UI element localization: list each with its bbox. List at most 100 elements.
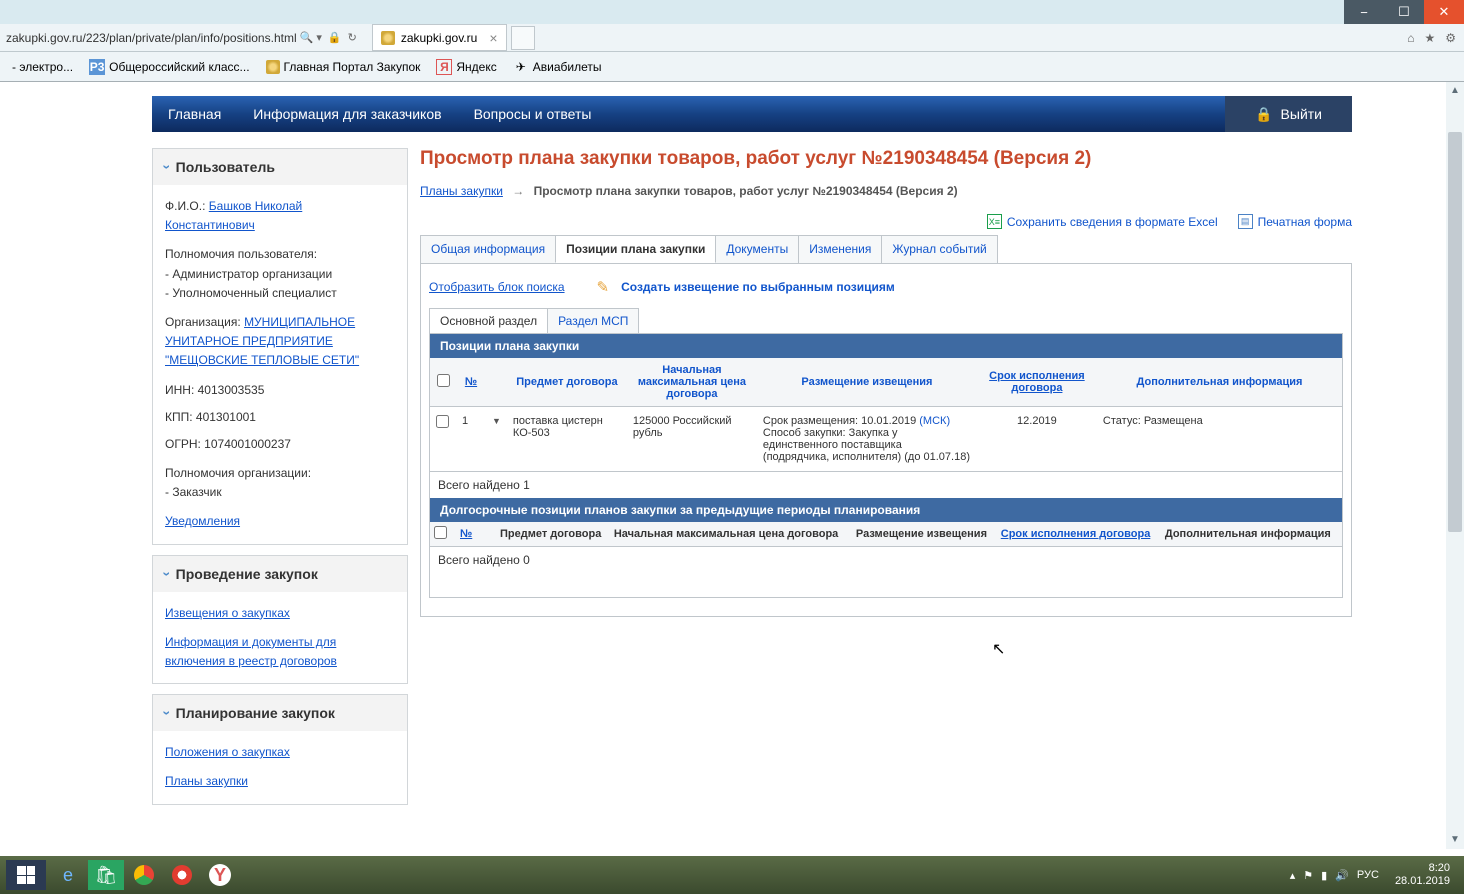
sidebar-panel-user: Пользователь Ф.И.О.: Башков Николай Конс… <box>152 148 408 545</box>
tray-sound-icon[interactable]: 🔊 <box>1335 869 1349 882</box>
save-excel-link[interactable]: X≡ Сохранить сведения в формате Excel <box>987 214 1218 229</box>
print-form-link[interactable]: ▤ Печатная форма <box>1238 214 1352 229</box>
bookmark-item[interactable]: ЯЯндекс <box>432 57 500 77</box>
sidebar-panel-purchase: Проведение закупок Извещения о закупках … <box>152 555 408 685</box>
table-row: 1 ▼ поставка цистерн КО-503 125000 Росси… <box>430 407 1342 472</box>
inn-value: ИНН: 4013003535 <box>165 381 395 400</box>
star-icon[interactable]: ★ <box>1424 31 1435 45</box>
tray-up-icon[interactable]: ▴ <box>1290 869 1296 882</box>
link-contract-registry[interactable]: Информация и документы для включения в р… <box>165 635 337 668</box>
th-num[interactable]: № <box>456 358 486 407</box>
th-placement: Размещение извещения <box>757 358 977 407</box>
link-provisions[interactable]: Положения о закупках <box>165 745 290 759</box>
window-titlebar: − ☐ ✕ <box>0 0 1464 24</box>
vertical-scrollbar[interactable]: ▲ ▼ <box>1446 82 1464 849</box>
scroll-thumb[interactable] <box>1448 132 1462 532</box>
nav-home[interactable]: Главная <box>152 106 237 122</box>
tray-network-icon[interactable]: ▮ <box>1321 869 1327 882</box>
window-minimize-button[interactable]: − <box>1344 0 1384 24</box>
msk-link[interactable]: (МСК) <box>919 415 950 427</box>
perm-user-1: - Администратор организации <box>165 265 395 284</box>
bookmark-item[interactable]: P3Общероссийский класс... <box>85 57 253 77</box>
found-count-2: Всего найдено 0 <box>430 547 1342 597</box>
link-notices[interactable]: Извещения о закупках <box>165 606 290 620</box>
org-label: Организация: <box>165 315 241 329</box>
checkbox-select-all[interactable] <box>437 374 450 387</box>
bookmark-item[interactable]: ✈Авиабилеты <box>509 57 606 77</box>
checkbox-select-all-2[interactable] <box>434 526 447 539</box>
new-tab-button[interactable] <box>511 26 535 50</box>
breadcrumb: Планы закупки → Просмотр плана закупки т… <box>420 184 1352 198</box>
tab-event-log[interactable]: Журнал событий <box>881 235 997 263</box>
page-title: Просмотр плана закупки товаров, работ ус… <box>420 148 1352 170</box>
lock-icon: 🔒 <box>1255 106 1272 123</box>
dropdown-arrow-icon[interactable]: ▼ <box>492 416 501 426</box>
tab-main-section[interactable]: Основной раздел <box>429 308 548 333</box>
link-plans[interactable]: Планы закупки <box>165 774 248 788</box>
window-close-button[interactable]: ✕ <box>1424 0 1464 24</box>
scroll-down-button[interactable]: ▼ <box>1446 831 1464 849</box>
th2-num[interactable]: № <box>456 522 496 547</box>
th2-term[interactable]: Срок исполнения договора <box>997 522 1161 547</box>
tab-close-button[interactable]: × <box>489 30 497 46</box>
os-taskbar: e 🛍 Y ▴ ⚑ ▮ 🔊 РУС 8:20 28.01.2019 <box>0 856 1464 894</box>
tab-positions[interactable]: Позиции плана закупки <box>555 235 716 263</box>
breadcrumb-root[interactable]: Планы закупки <box>420 184 503 198</box>
start-button[interactable] <box>6 860 46 890</box>
tabs-main: Общая информация Позиции плана закупки Д… <box>420 235 1352 264</box>
tray-clock[interactable]: 8:20 28.01.2019 <box>1395 862 1450 888</box>
document-icon: ▤ <box>1238 214 1253 229</box>
cursor-icon: ↖ <box>992 639 1005 659</box>
panel-header-purchase[interactable]: Проведение закупок <box>153 556 407 592</box>
found-count-1: Всего найдено 1 <box>430 472 1342 498</box>
cell-status: Статус: Размещена <box>1097 407 1342 472</box>
th2-subject: Предмет договора <box>496 522 610 547</box>
tab-changes[interactable]: Изменения <box>798 235 882 263</box>
task-store-icon[interactable]: 🛍 <box>88 860 124 890</box>
window-maximize-button[interactable]: ☐ <box>1384 0 1424 24</box>
checkbox-row[interactable] <box>436 415 449 428</box>
tab-general-info[interactable]: Общая информация <box>420 235 556 263</box>
main-navigation: Главная Информация для заказчиков Вопрос… <box>152 96 1352 132</box>
th2-extra: Дополнительная информация <box>1161 522 1342 547</box>
tab-documents[interactable]: Документы <box>715 235 799 263</box>
show-search-link[interactable]: Отобразить блок поиска <box>429 280 565 294</box>
bookmarks-bar: - электро... P3Общероссийский класс... Г… <box>0 52 1464 82</box>
panel-header-user[interactable]: Пользователь <box>153 149 407 185</box>
panel-header-planning[interactable]: Планирование закупок <box>153 695 407 731</box>
th-term[interactable]: Срок исполнения договора <box>977 358 1097 407</box>
task-opera-icon[interactable] <box>164 860 200 890</box>
ogrn-value: ОГРН: 1074001000237 <box>165 435 395 454</box>
refresh-icon[interactable]: ↻ <box>348 31 357 44</box>
group-header-positions: Позиции плана закупки <box>430 334 1342 358</box>
browser-address-bar: zakupki.gov.ru/223/plan/private/plan/inf… <box>0 24 1464 52</box>
create-notice-link[interactable]: Создать извещение по выбранным позициям <box>621 280 895 294</box>
bookmark-item[interactable]: Главная Портал Закупок <box>262 58 425 76</box>
browser-tab[interactable]: zakupki.gov.ru × <box>372 24 507 51</box>
task-chrome-icon[interactable] <box>126 860 162 890</box>
perm-user-2: - Уполномоченный специалист <box>165 284 395 303</box>
favicon-icon <box>381 31 395 45</box>
bookmark-item[interactable]: - электро... <box>8 58 77 76</box>
notifications-link[interactable]: Уведомления <box>165 514 240 528</box>
nav-info[interactable]: Информация для заказчиков <box>237 106 457 122</box>
nav-faq[interactable]: Вопросы и ответы <box>458 106 608 122</box>
tab-msp-section[interactable]: Раздел МСП <box>547 308 639 333</box>
content-area: Просмотр плана закупки товаров, работ ус… <box>420 148 1352 815</box>
tab-title: zakupki.gov.ru <box>401 31 477 45</box>
task-yandex-icon[interactable]: Y <box>202 860 238 890</box>
scroll-up-button[interactable]: ▲ <box>1446 82 1464 100</box>
gear-icon[interactable]: ⚙ <box>1445 31 1456 45</box>
sidebar: Пользователь Ф.И.О.: Башков Николай Конс… <box>152 148 408 815</box>
tray-flag-icon[interactable]: ⚑ <box>1303 869 1313 882</box>
arrow-icon: → <box>512 184 524 198</box>
cell-subject: поставка цистерн КО-503 <box>507 407 627 472</box>
tray-lang[interactable]: РУС <box>1357 869 1379 881</box>
task-ie-icon[interactable]: e <box>50 860 86 890</box>
longterm-table: № Предмет договора Начальная максимальна… <box>430 522 1342 547</box>
nav-logout[interactable]: 🔒 Выйти <box>1225 96 1352 132</box>
sidebar-panel-planning: Планирование закупок Положения о закупка… <box>152 694 408 804</box>
home-icon[interactable]: ⌂ <box>1407 31 1414 45</box>
search-icon[interactable]: 🔍 ▾ <box>300 31 322 44</box>
url-text[interactable]: zakupki.gov.ru/223/plan/private/plan/inf… <box>6 31 297 45</box>
